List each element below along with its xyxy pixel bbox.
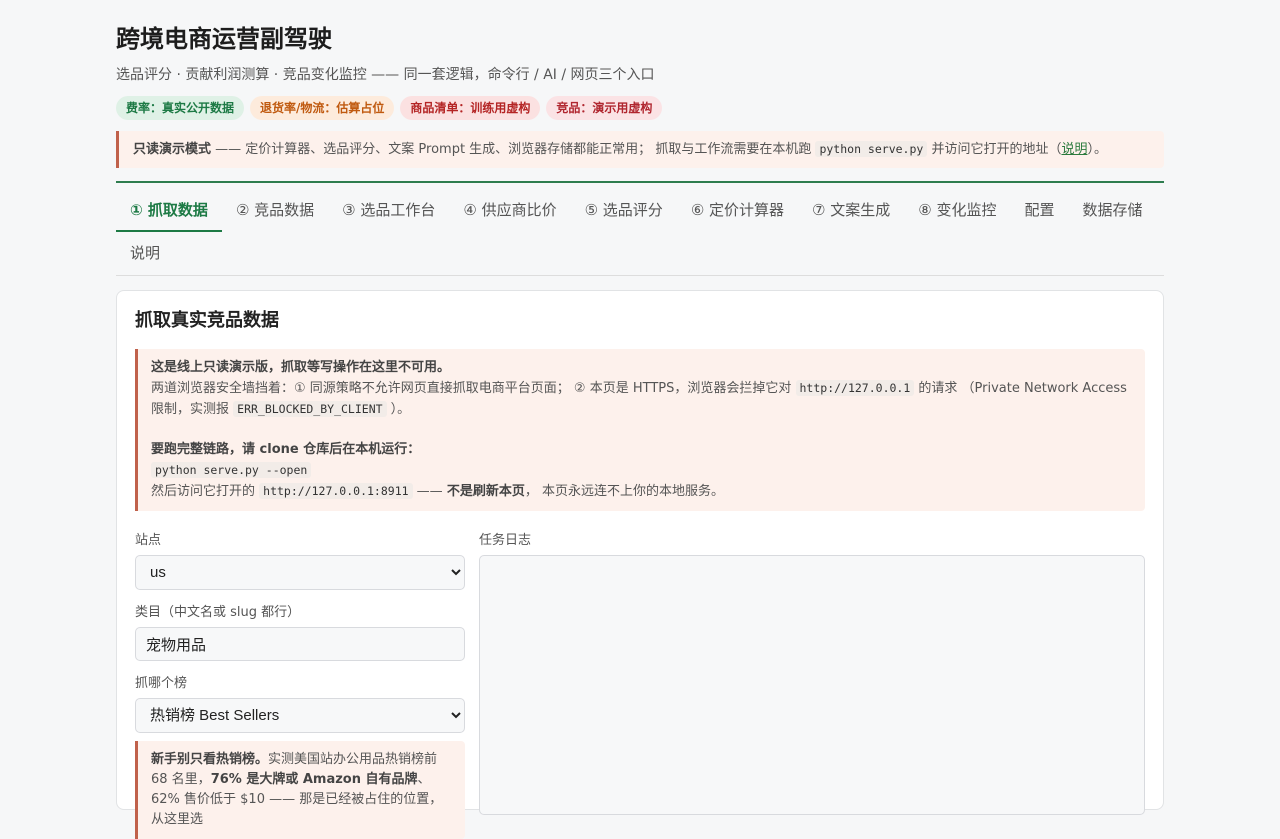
warning-code: http://127.0.0.1 [795,380,915,396]
list-label: 抓哪个榜 [135,676,188,691]
badge-competitors: 竞品：演示用虚构 [546,96,663,120]
tip-strong: 76% 是大牌或 Amazon 自有品牌 [210,772,418,787]
warning-heading: 这是线上只读演示版，抓取等写操作在这里不可用。 [151,360,451,375]
warning-strong: 不是刷新本页 [446,484,525,499]
warning-heading-2: 要跑完整链路，请 clone 仓库后在本机运行： [151,442,421,457]
warning-text: —— [412,484,447,499]
tab-pricing[interactable]: ⑥ 定价计算器 [677,189,798,232]
tip-strong: 新手别只看热销榜。 [151,752,269,767]
log-column: 任务日志 [479,533,1145,839]
page: 跨境电商运营副驾驶 选品评分 · 贡献利润测算 · 竞品变化监控 —— 同一套逻… [116,0,1164,839]
list-select[interactable]: 热销榜 Best Sellers [135,698,465,733]
help-link[interactable]: 说明 [1061,142,1087,157]
tab-bar: ① 抓取数据 ② 竞品数据 ③ 选品工作台 ④ 供应商比价 ⑤ 选品评分 ⑥ 定… [116,183,1164,276]
app-title: 跨境电商运营副驾驶 [116,25,332,53]
run-command: python serve.py --open [151,462,312,478]
tab-config[interactable]: 配置 [1010,189,1068,232]
tab-help[interactable]: 说明 [116,232,174,275]
card-title: 抓取真实竞品数据 [135,310,279,331]
notice-text: 并访问它打开的地址（ [927,142,1062,157]
tab-scoring[interactable]: ⑤ 选品评分 [571,189,677,232]
category-label: 类目（中文名或 slug 都行） [135,605,301,620]
beginner-tip: 新手别只看热销榜。实测美国站办公用品热销榜前 68 名里，76% 是大牌或 Am… [135,741,465,839]
tab-competitors[interactable]: ② 竞品数据 [222,189,328,232]
log-label: 任务日志 [479,533,532,548]
tab-scrape[interactable]: ① 抓取数据 [116,189,222,232]
tab-monitor[interactable]: ⑧ 变化监控 [904,189,1010,232]
badge-products: 商品清单：训练用虚构 [400,96,541,120]
notice-text: ）。 [1087,142,1107,157]
notice-code: python serve.py [815,141,928,157]
tab-copywriting[interactable]: ⑦ 文案生成 [798,189,904,232]
notice-strong: 只读演示模式 [133,142,212,157]
scrape-card: 抓取真实竞品数据 这是线上只读演示版，抓取等写操作在这里不可用。 两道浏览器安全… [116,290,1164,839]
local-url: http://127.0.0.1:8911 [259,483,413,499]
task-log[interactable] [479,555,1145,815]
badge-row: 费率：真实公开数据 退货率/物流：估算占位 商品清单：训练用虚构 竞品：演示用虚… [116,96,1164,120]
warning-text: 两道浏览器安全墙挡着：① 同源策略不允许网页直接抓取电商平台页面； ② 本页是 … [151,381,796,396]
form-left: 站点 us 类目（中文名或 slug 都行） 抓哪个榜 热销榜 Best Sel… [135,533,465,839]
tab-suppliers[interactable]: ④ 供应商比价 [449,189,570,232]
tab-workbench[interactable]: ③ 选品工作台 [328,189,449,232]
warning-text: ）。 [386,402,411,417]
badge-returns: 退货率/物流：估算占位 [250,96,395,120]
site-label: 站点 [135,533,162,548]
warning-text: ， 本页永远连不上你的本地服务。 [524,484,724,499]
warning-code: ERR_BLOCKED_BY_CLIENT [233,401,387,417]
notice-text: —— 定价计算器、选品评分、文案 Prompt 生成、浏览器存储都能正常用； 抓… [211,142,816,157]
tab-storage[interactable]: 数据存储 [1068,189,1156,232]
site-select[interactable]: us [135,555,465,590]
category-input[interactable] [135,627,465,661]
form-columns: 站点 us 类目（中文名或 slug 都行） 抓哪个榜 热销榜 Best Sel… [135,533,1145,839]
warning-text: 然后访问它打开的 [151,484,260,499]
demo-warning: 这是线上只读演示版，抓取等写操作在这里不可用。 两道浏览器安全墙挡着：① 同源策… [135,349,1145,511]
readonly-notice: 只读演示模式 —— 定价计算器、选品评分、文案 Prompt 生成、浏览器存储都… [116,131,1164,168]
app-subtitle: 选品评分 · 贡献利润测算 · 竞品变化监控 —— 同一套逻辑，命令行 / AI… [116,67,655,83]
badge-fees: 费率：真实公开数据 [116,96,245,120]
